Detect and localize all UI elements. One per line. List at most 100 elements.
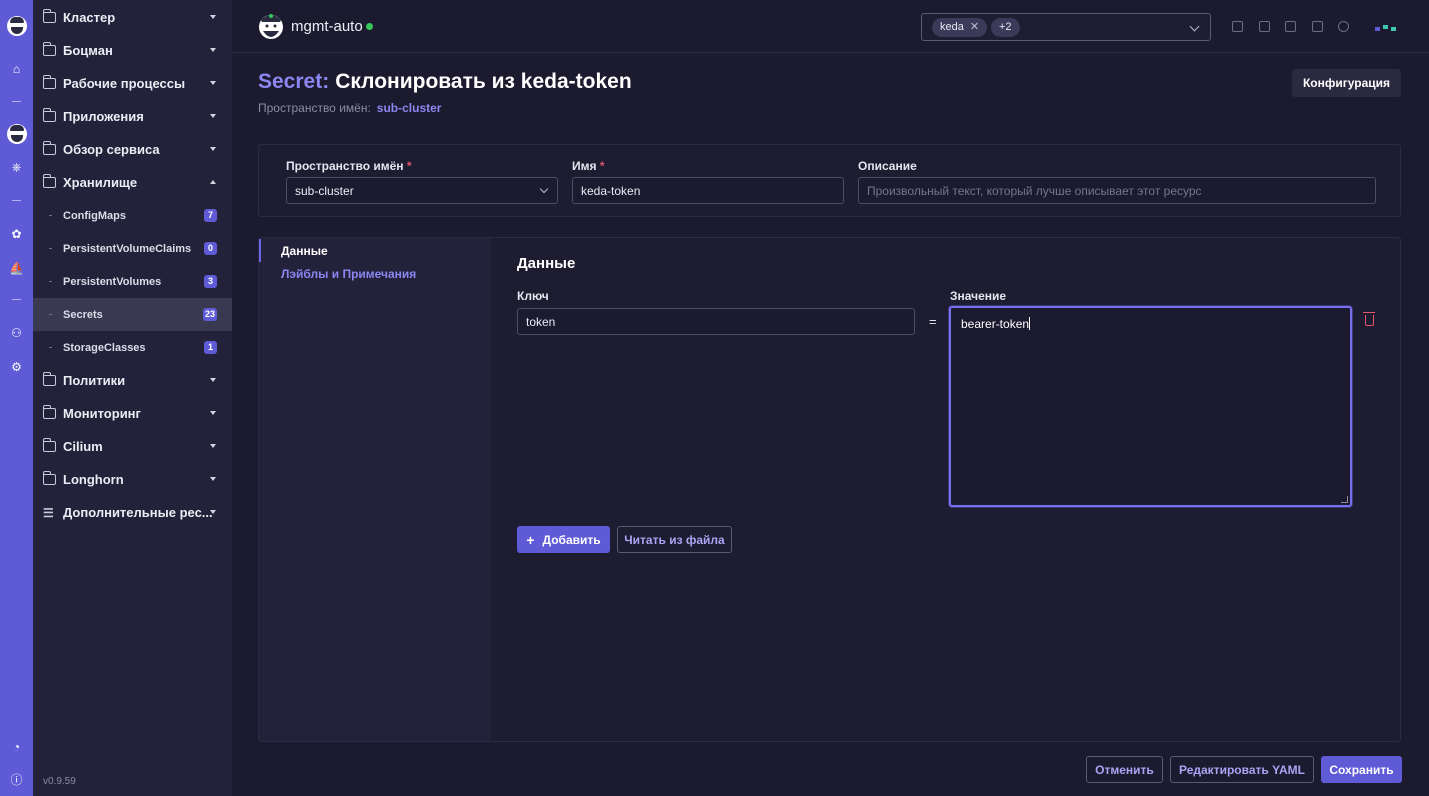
sidebar-group-longhorn[interactable]: Longhorn [33, 463, 232, 496]
count-badge: 1 [204, 341, 217, 354]
folder-icon [42, 141, 56, 155]
sidebar-group-apps[interactable]: Приложения [33, 100, 232, 133]
chat-icon[interactable]: ◔ [6, 736, 27, 757]
upload-icon[interactable] [1230, 19, 1244, 33]
info-icon[interactable]: ⓘ [6, 769, 27, 790]
trash-icon[interactable] [1363, 312, 1375, 326]
name-input[interactable]: keda-token [572, 177, 844, 204]
config-button[interactable]: Конфигурация [1292, 69, 1401, 97]
chevron-down-icon [210, 114, 216, 118]
namespace-link[interactable]: sub-cluster [377, 101, 442, 115]
cancel-button[interactable]: Отменить [1086, 756, 1163, 783]
namespace-more-chip[interactable]: +2 [991, 18, 1020, 37]
sidebar-item-label: PersistentVolumeClaims [63, 242, 192, 255]
metadata-panel: Пространство имён * sub-cluster Имя * ke… [258, 144, 1401, 217]
folder-icon [42, 372, 56, 386]
cluster-avatar-icon[interactable] [6, 123, 27, 144]
cluster-avatar-icon[interactable] [258, 10, 284, 42]
namespace-select[interactable]: sub-cluster [286, 177, 558, 204]
description-input[interactable]: Произвольный текст, который лучше описыв… [858, 177, 1376, 204]
folder-icon [42, 405, 56, 419]
count-badge: 3 [204, 275, 217, 288]
sidebar-item-pvcs[interactable]: PersistentVolumeClaims 0 [33, 232, 232, 265]
chevron-down-icon [210, 15, 216, 19]
copy-icon[interactable] [1310, 19, 1324, 33]
sidebar-item-configmaps[interactable]: ConfigMaps 7 [33, 199, 232, 232]
sailboat-icon[interactable]: ⛵ [6, 257, 27, 278]
helm-icon[interactable]: ✿ [6, 223, 27, 244]
section-title: Данные [517, 255, 576, 272]
settings-icon[interactable]: ⚙ [6, 356, 27, 377]
add-button[interactable]: + Добавить [517, 526, 610, 553]
sidebar-group-cluster[interactable]: Кластер [33, 1, 232, 34]
cluster-avatar-icon[interactable] [6, 15, 27, 36]
cluster-status-dot [366, 23, 373, 30]
sidebar-group-label: Приложения [63, 109, 144, 124]
sidebar-group-cilium[interactable]: Cilium [33, 430, 232, 463]
value-text: bearer-token [961, 317, 1030, 331]
folder-icon [42, 471, 56, 485]
sidebar-group-workloads[interactable]: Рабочие процессы [33, 67, 232, 100]
data-panel: Данные Лэйблы и Примечания Данные Ключ З… [258, 237, 1401, 742]
namespace-label: Пространство имён: [258, 101, 371, 115]
edit-yaml-button[interactable]: Редактировать YAML [1170, 756, 1314, 783]
namespace-filter-select[interactable]: keda ✕ +2 [921, 13, 1211, 41]
sidebar-group-storage[interactable]: Хранилище [33, 166, 232, 199]
cluster-name[interactable]: mgmt-auto [291, 18, 363, 35]
namespace-field-label: Пространство имён * [286, 159, 412, 173]
sidebar-item-pvs[interactable]: PersistentVolumes 3 [33, 265, 232, 298]
name-field-label: Имя * [572, 159, 605, 173]
tab-labels-annotations[interactable]: Лэйблы и Примечания [259, 262, 491, 285]
app-version: v0.9.59 [43, 776, 76, 787]
sidebar-item-storageclasses[interactable]: StorageClasses 1 [33, 331, 232, 364]
save-button[interactable]: Сохранить [1321, 756, 1402, 783]
sidebar-group-label: Longhorn [63, 472, 124, 487]
sidebar-item-secrets[interactable]: Secrets 23 [33, 298, 232, 331]
sidebar-group-label: Мониторинг [63, 406, 141, 421]
sidebar-group-botsman[interactable]: Боцман [33, 34, 232, 67]
sidebar-group-monitoring[interactable]: Мониторинг [33, 397, 232, 430]
sidebar-group-extra-resources[interactable]: ☰ Дополнительные рес... [33, 496, 232, 529]
text-cursor [1029, 317, 1031, 330]
page-title: Secret: Склонировать из keda-token [258, 70, 632, 94]
sidebar-item-label: ConfigMaps [63, 209, 126, 222]
sidebar-item-label: PersistentVolumes [63, 275, 162, 288]
read-from-file-button[interactable]: Читать из файла [617, 526, 732, 553]
add-button-label: Добавить [542, 532, 601, 547]
sidebar-group-label: Cilium [63, 439, 103, 454]
chevron-down-icon [210, 510, 216, 514]
sidebar-group-label: Рабочие процессы [63, 76, 186, 91]
plus-icon: + [526, 531, 535, 548]
users-icon[interactable]: ⚇ [6, 322, 27, 343]
close-icon[interactable]: ✕ [970, 21, 979, 33]
resize-handle[interactable] [1341, 496, 1348, 503]
sidebar-item-label: Secrets [63, 308, 103, 321]
chevron-down-icon [210, 444, 216, 448]
sidebar-group-policies[interactable]: Политики [33, 364, 232, 397]
value-textarea[interactable]: bearer-token [949, 306, 1352, 507]
key-input[interactable]: token [517, 308, 915, 335]
rail-divider [12, 200, 21, 201]
sidebar-item-label: StorageClasses [63, 341, 146, 354]
tab-data[interactable]: Данные [259, 239, 491, 262]
file-import-icon[interactable] [1283, 19, 1297, 33]
chevron-up-icon [210, 180, 216, 184]
chevron-down-icon [539, 184, 549, 194]
rail-divider [12, 299, 21, 300]
folder-icon [42, 438, 56, 452]
sidebar-group-service-overview[interactable]: Обзор сервиса [33, 133, 232, 166]
count-badge: 7 [204, 209, 217, 222]
sidebar-group-label: Дополнительные рес... [63, 505, 213, 520]
namespace-chip[interactable]: keda ✕ [932, 18, 988, 37]
page-title-text: Склонировать из keda-token [335, 70, 632, 93]
search-icon[interactable] [1336, 19, 1350, 33]
namespace-select-value: sub-cluster [295, 183, 354, 198]
chevron-down-icon [210, 81, 216, 85]
kubernetes-icon[interactable]: ⎈ [6, 157, 27, 178]
folder-open-icon [42, 174, 56, 188]
top-bar: mgmt-auto keda ✕ +2 [232, 0, 1429, 53]
sidebar-group-label: Хранилище [63, 175, 138, 190]
terminal-icon[interactable] [1257, 19, 1271, 33]
home-icon[interactable]: ⌂ [6, 58, 27, 79]
count-badge: 23 [202, 308, 217, 321]
